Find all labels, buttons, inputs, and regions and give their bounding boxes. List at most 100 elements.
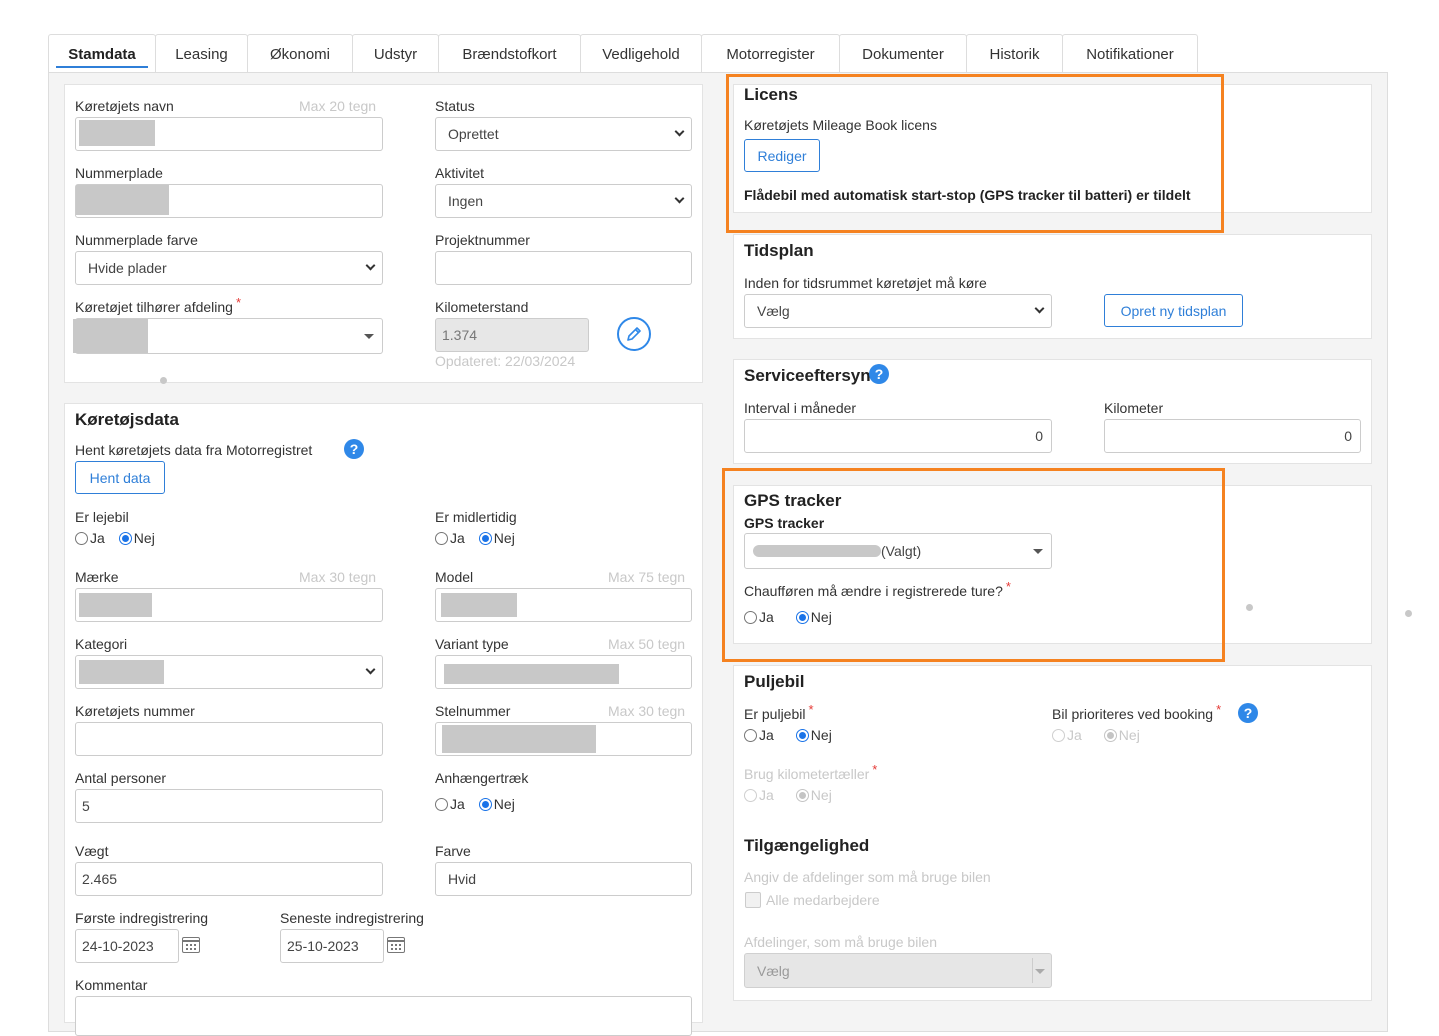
option-label: Ja [90,530,105,546]
departments-select: Vælg [744,953,1052,988]
tab-label: Udstyr [373,45,418,63]
km-counter-label: Brug kilometertæller * [744,762,877,782]
activity-select[interactable]: Ingen [435,184,692,218]
schedule-label: Inden for tidsrummet køretøjet må køre [744,275,987,291]
service-km-input[interactable]: 0 [1104,419,1361,453]
edit-pencil-icon[interactable] [617,317,651,351]
rental-yes-option[interactable]: Ja [75,530,105,546]
availability-title: Tilgængelighed [744,836,870,855]
option-label: Ja [759,787,774,803]
radio-button[interactable] [75,531,88,545]
radio-button[interactable] [435,531,448,545]
is-pool-radio-group: Ja Nej [744,727,846,743]
option-label: Ja [450,530,465,546]
towbar-no-option[interactable]: Nej [478,796,515,812]
tab-dokumenter[interactable]: Dokumenter [839,34,967,73]
weight-input[interactable]: 2.465 [75,862,383,896]
odometer-label: Kilometerstand [435,299,529,315]
vehicle-name-input[interactable] [75,117,383,151]
last-registration-input[interactable]: 25-10-2023 [280,929,384,963]
tab-stamdata[interactable]: Stamdata [48,34,156,73]
tab-udstyr[interactable]: Udstyr [352,34,439,73]
tab-leasing[interactable]: Leasing [155,34,248,73]
brand-label: Mærke [75,569,119,585]
help-icon[interactable]: ? [869,364,889,384]
persons-input[interactable]: 5 [75,789,383,823]
is-pool-no-option[interactable]: Nej [795,727,832,743]
radio-button[interactable] [795,728,809,742]
towbar-yes-option[interactable]: Ja [435,796,465,812]
tab-label: Leasing [175,45,228,63]
vehicle-number-input[interactable] [75,722,383,756]
redacted-value [76,185,169,215]
brand-hint: Max 30 tegn [299,569,377,585]
priority-no-option: Nej [1103,727,1140,743]
vehicle-data-title: Køretøjsdata [75,410,179,429]
departments-value: Vælg [757,962,790,979]
help-icon[interactable]: ? [1238,703,1258,723]
tab-label: Vedligehold [602,45,680,63]
schedule-value: Vælg [757,303,790,319]
resize-handle [1246,604,1253,611]
priority-radio-group: Ja Nej [1052,727,1154,743]
tab-braendstofkort[interactable]: Brændstofkort [438,34,581,73]
status-value: Oprettet [448,126,499,142]
tab-vedligehold[interactable]: Vedligehold [580,34,702,73]
required-marker: * [808,702,814,717]
vin-input[interactable] [435,722,692,756]
plate-color-label: Nummerplade farve [75,232,198,248]
tab-notifikationer[interactable]: Notifikationer [1062,34,1198,73]
first-registration-input[interactable]: 24-10-2023 [75,929,179,963]
calendar-icon[interactable] [387,937,405,953]
brand-input[interactable] [75,588,383,622]
help-icon[interactable]: ? [344,439,364,459]
tab-motorregister[interactable]: Motorregister [701,34,840,73]
department-select[interactable] [73,318,383,354]
activity-value: Ingen [448,193,484,209]
radio-button[interactable] [435,797,448,811]
service-km-label: Kilometer [1104,400,1164,416]
status-label: Status [435,98,475,114]
model-input[interactable] [435,588,692,622]
new-schedule-button[interactable]: Opret ny tidsplan [1104,294,1243,327]
required-marker: * [872,762,878,777]
radio-button[interactable] [478,797,492,811]
department-label: Køretøjet tilhører afdeling * [75,295,241,315]
plate-input[interactable] [75,184,383,218]
fetch-data-button[interactable]: Hent data [75,461,165,494]
category-select[interactable] [75,655,383,689]
plate-color-select[interactable]: Hvide plader [75,251,383,285]
status-select[interactable]: Oprettet [435,117,692,151]
schedule-select[interactable]: Vælg [744,294,1052,328]
towbar-radio-group: Ja Nej [435,796,529,812]
vehicle-name-label: Køretøjets navn [75,98,174,114]
tab-okonomi[interactable]: Økonomi [247,34,353,73]
radio-button[interactable] [478,531,492,545]
redacted-value [79,593,152,617]
service-interval-input[interactable]: 0 [744,419,1052,453]
tab-historik[interactable]: Historik [966,34,1063,73]
temporary-no-option[interactable]: Nej [478,530,515,546]
variant-input[interactable] [435,655,692,689]
temporary-label: Er midlertidig [435,509,517,525]
comment-textarea[interactable] [75,996,692,1036]
rental-no-option[interactable]: Nej [118,530,155,546]
priority-label: Bil prioriteres ved booking * [1052,702,1221,722]
calendar-icon[interactable] [182,937,200,953]
radio-button[interactable] [744,728,757,742]
rental-radio-group: Ja Nej [75,530,169,546]
required-marker: * [235,295,242,310]
project-number-input[interactable] [435,251,692,285]
color-input[interactable]: Hvid [435,862,692,896]
option-label: Ja [759,727,774,743]
radio-button[interactable] [118,531,132,545]
temporary-yes-option[interactable]: Ja [435,530,465,546]
km-counter-radio-group: Ja Nej [744,787,846,803]
category-label: Kategori [75,636,128,652]
required-marker: * [1216,702,1222,717]
is-pool-label-text: Er puljebil [744,706,806,722]
is-pool-yes-option[interactable]: Ja [744,727,774,743]
variant-hint: Max 50 tegn [608,636,686,652]
dropdown-arrow-icon [364,334,374,339]
option-label: Nej [810,787,832,803]
